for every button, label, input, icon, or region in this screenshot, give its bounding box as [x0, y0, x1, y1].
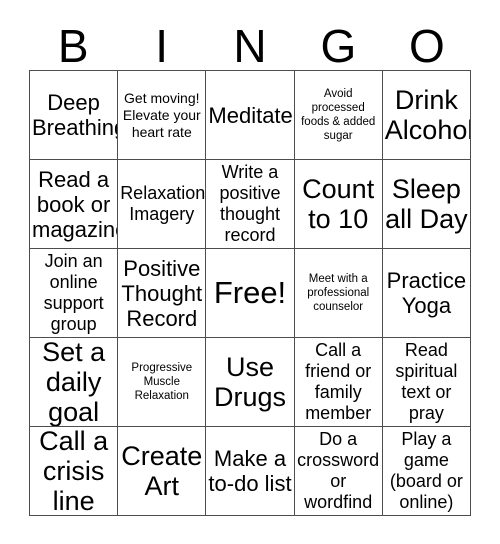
bingo-cell-r1c5[interactable]: Drink Alcohol	[382, 71, 471, 160]
bingo-cell-label: Positive Thought Record	[121, 255, 203, 331]
bingo-header-letter-g: G	[320, 20, 357, 72]
bingo-cell-label: Read a book or magazine	[32, 166, 119, 242]
bingo-cell-label: Call a friend or family member	[305, 340, 372, 423]
bingo-cell-label: Join an online support group	[43, 251, 104, 334]
bingo-cell-r2c3[interactable]: Write a positive thought record	[206, 160, 295, 249]
bingo-cell-r3c2[interactable]: Positive Thought Record	[118, 249, 207, 338]
bingo-cell-r4c3[interactable]: Use Drugs	[206, 338, 295, 427]
bingo-cell-label: Call a crisis line	[39, 427, 109, 516]
bingo-cell-r3c5[interactable]: Practice Yoga	[382, 249, 471, 338]
bingo-cell-label: Deep Breathing	[32, 90, 119, 140]
bingo-cell-label: Relaxation Imagery	[120, 183, 206, 224]
bingo-cell-r2c1[interactable]: Read a book or magazine	[30, 160, 119, 249]
bingo-cell-r2c4[interactable]: Count to 10	[294, 160, 383, 249]
bingo-cell-r4c4[interactable]: Call a friend or family member	[294, 338, 383, 427]
bingo-cell-label: Sleep all Day	[385, 174, 468, 234]
bingo-cell-label: Practice Yoga	[386, 268, 467, 318]
bingo-cell-r2c5[interactable]: Sleep all Day	[382, 160, 471, 249]
bingo-header-letter-b: B	[57, 20, 89, 72]
bingo-cell-label: Do a crossword or wordfind	[297, 429, 380, 512]
bingo-cell-r5c1[interactable]: Call a crisis line	[30, 427, 119, 516]
bingo-cell-r1c4[interactable]: Avoid processed foods & added sugar	[294, 71, 383, 160]
bingo-cell-r5c4[interactable]: Do a crossword or wordfind	[294, 427, 383, 516]
bingo-grid: Deep Breathing Get moving! Elevate your …	[29, 70, 471, 516]
bingo-cell-r4c1[interactable]: Set a daily goal	[30, 338, 119, 427]
bingo-header: B I N G O	[29, 14, 471, 70]
bingo-cell-label: Set a daily goal	[42, 338, 106, 427]
bingo-cell-r1c3[interactable]: Meditate	[206, 71, 295, 160]
bingo-free-space-label: Free!	[213, 275, 287, 310]
bingo-cell-r1c1[interactable]: Deep Breathing	[30, 71, 119, 160]
bingo-cell-r5c3[interactable]: Make a to-do list	[206, 427, 295, 516]
bingo-header-letter-o: O	[408, 20, 445, 72]
bingo-cell-r3c4[interactable]: Meet with a professional counselor	[294, 249, 383, 338]
bingo-cell-label: Write a positive thought record	[219, 162, 281, 245]
bingo-cell-r4c2[interactable]: Progressive Muscle Relaxation	[118, 338, 207, 427]
bingo-card: B I N G O Deep Breathing Get moving! Ele…	[0, 0, 500, 544]
bingo-cell-label: Avoid processed foods & added sugar	[301, 88, 376, 142]
bingo-cell-r4c5[interactable]: Read spiritual text or pray	[382, 338, 471, 427]
bingo-cell-label: Create Art	[121, 441, 203, 501]
bingo-cell-r3c1[interactable]: Join an online support group	[30, 249, 119, 338]
bingo-cell-label: Use Drugs	[213, 352, 286, 412]
bingo-cell-label: Progressive Muscle Relaxation	[131, 362, 193, 402]
bingo-cell-r1c2[interactable]: Get moving! Elevate your heart rate	[118, 71, 207, 160]
bingo-cell-r5c2[interactable]: Create Art	[118, 427, 207, 516]
bingo-cell-r2c2[interactable]: Relaxation Imagery	[118, 160, 207, 249]
bingo-cell-label: Meditate	[208, 102, 293, 128]
bingo-cell-label: Drink Alcohol	[384, 85, 471, 145]
bingo-cell-label: Meet with a professional counselor	[307, 273, 370, 313]
bingo-cell-label: Get moving! Elevate your heart rate	[122, 89, 201, 140]
bingo-cell-label: Make a to-do list	[208, 446, 292, 496]
bingo-header-letter-n: N	[233, 20, 267, 72]
bingo-cell-free-space[interactable]: Free!	[206, 249, 295, 338]
bingo-header-letter-i: I	[155, 20, 168, 72]
bingo-cell-label: Play a game (board or online)	[389, 429, 463, 512]
bingo-cell-label: Count to 10	[302, 174, 375, 234]
bingo-cell-label: Read spiritual text or pray	[395, 340, 458, 423]
bingo-cell-r5c5[interactable]: Play a game (board or online)	[382, 427, 471, 516]
